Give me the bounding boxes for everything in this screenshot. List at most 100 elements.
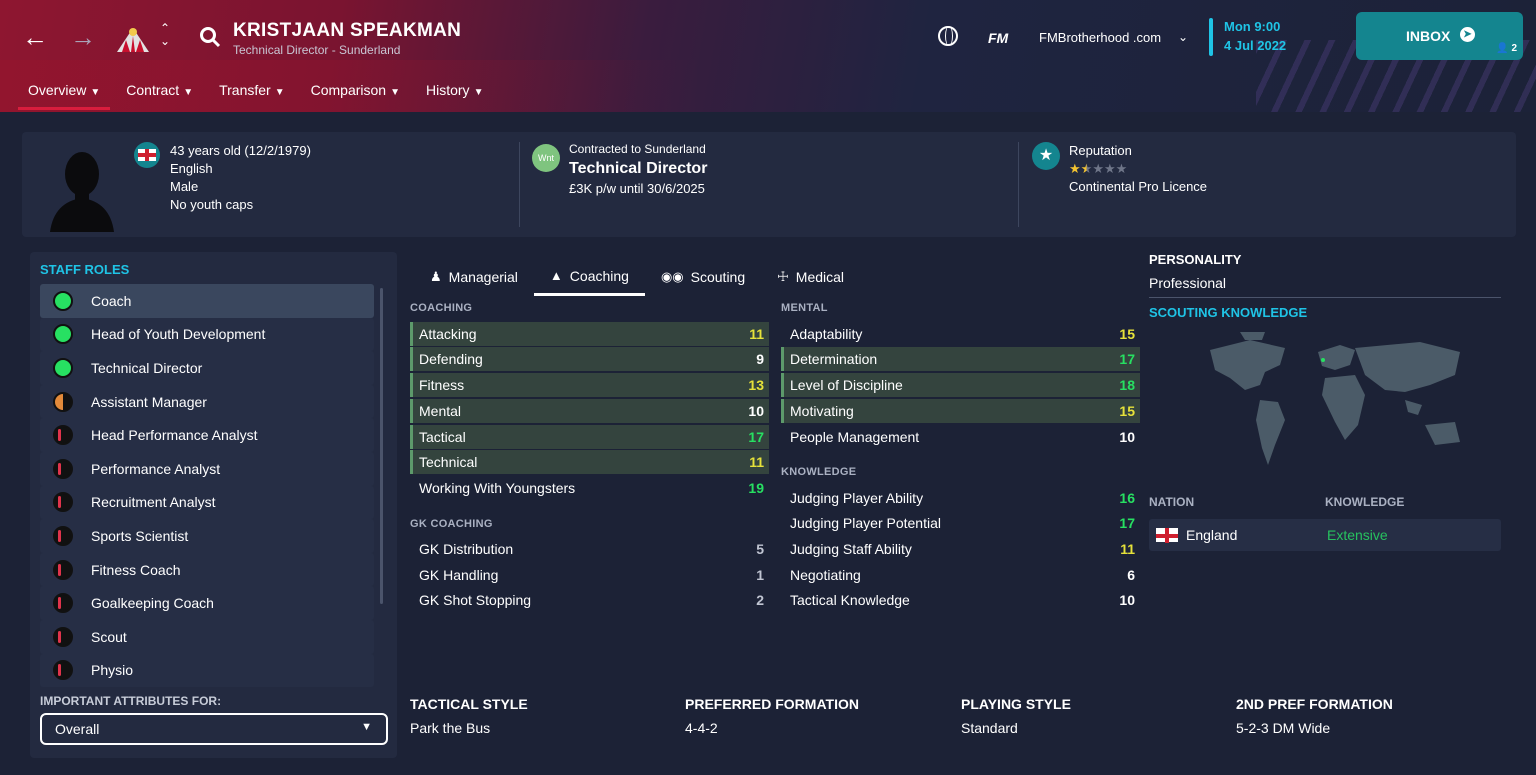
attribute-row[interactable]: Determination 17 <box>781 347 1140 371</box>
role-coach[interactable]: Coach <box>40 284 374 318</box>
back-arrow-icon[interactable]: ← <box>22 24 48 50</box>
attribute-row[interactable]: Tactical Knowledge 10 <box>781 588 1140 612</box>
important-attributes-select[interactable]: Overall ▼ <box>40 713 388 745</box>
personal-details: 43 years old (12/2/1979) English Male No… <box>170 142 311 214</box>
current-date: 4 Jul 2022 <box>1224 38 1287 53</box>
divider <box>1018 142 1019 227</box>
date-marker <box>1209 18 1213 56</box>
attribute-row[interactable]: Motivating 15 <box>781 399 1140 423</box>
binoculars-icon: ◉◉ <box>660 269 684 284</box>
chevron-down-icon[interactable]: ⌄ <box>1178 30 1188 44</box>
attribute-row[interactable]: Level of Discipline 18 <box>781 373 1140 397</box>
role-scout[interactable]: Scout <box>40 619 374 654</box>
person-icon: ♟ <box>430 269 442 284</box>
suitability-low-icon <box>53 660 73 681</box>
club-crest-icon[interactable] <box>114 24 152 54</box>
reputation-details: Reputation ★★★★★ Continental Pro Licence <box>1069 142 1207 196</box>
nation-row[interactable]: England Extensive <box>1149 519 1501 551</box>
cone-icon: ▲ <box>549 268 563 283</box>
roles-list: Coach Head of Youth Development Technica… <box>40 284 374 688</box>
club-switch-icon[interactable]: ⌃ ⌄ <box>160 22 170 48</box>
forward-arrow-icon[interactable]: → <box>70 24 96 50</box>
chevron-down-icon: ▼ <box>390 87 400 98</box>
profile-panel: 43 years old (12/2/1979) English Male No… <box>22 132 1516 237</box>
attribute-row[interactable]: People Management 10 <box>781 425 1140 449</box>
attribute-row[interactable]: Judging Player Ability 16 <box>781 486 1140 510</box>
preferred-formation-label: PREFERRED FORMATION <box>685 696 859 712</box>
scouting-knowledge-title: SCOUTING KNOWLEDGE <box>1149 305 1308 320</box>
suitability-full-icon <box>53 290 73 311</box>
attribute-row[interactable]: Adaptability 15 <box>781 322 1140 346</box>
role-head-performance-analyst[interactable]: Head Performance Analyst <box>40 418 374 452</box>
role-recruitment-analyst[interactable]: Recruitment Analyst <box>40 485 374 520</box>
inbox-button[interactable]: INBOX ➤ 👤 2 <box>1356 12 1523 60</box>
roles-scrollbar[interactable] <box>380 288 383 604</box>
globe-icon[interactable] <box>938 26 958 46</box>
attribute-row[interactable]: Working With Youngsters 19 <box>410 476 769 500</box>
second-formation-value: 5-2-3 DM Wide <box>1236 720 1331 736</box>
role-technical-director[interactable]: Technical Director <box>40 351 374 385</box>
staff-role[interactable]: Technical Director <box>569 158 707 180</box>
attribute-tabs: ♟ Managerial ▲ Coaching ◉◉ Scouting ☩ Medica… <box>414 258 860 296</box>
attribute-row[interactable]: GK Distribution 5 <box>410 537 769 561</box>
club-badge: Wnt <box>532 144 560 172</box>
tab-scouting[interactable]: ◉◉ Scouting <box>645 258 761 296</box>
role-assistant-manager[interactable]: Assistant Manager <box>40 384 374 419</box>
role-head-of-youth-development[interactable]: Head of Youth Development <box>40 317 374 352</box>
role-physio[interactable]: Physio <box>40 653 374 688</box>
suitability-low-icon <box>53 626 73 647</box>
tab-medical[interactable]: ☩ Medical <box>761 258 860 296</box>
role-fitness-coach[interactable]: Fitness Coach <box>40 552 374 587</box>
coaching-title: COACHING <box>410 302 473 314</box>
reputation-stars: ★★★★★ <box>1069 161 1128 176</box>
second-formation-label: 2ND PREF FORMATION <box>1236 696 1393 712</box>
contract-label: Contracted to Sunderland <box>569 142 706 156</box>
fm-logo[interactable]: FM <box>988 30 1008 46</box>
tab-overview[interactable]: Overview ▼ <box>18 74 111 110</box>
suitability-low-icon <box>53 593 73 614</box>
attribute-row[interactable]: Negotiating 6 <box>781 563 1140 587</box>
reputation-label: Reputation <box>1069 143 1132 158</box>
tab-coaching[interactable]: ▲ Coaching <box>533 258 645 296</box>
age: 43 years old (12/2/1979) <box>170 143 311 158</box>
licence: Continental Pro Licence <box>1069 179 1208 194</box>
tab-managerial[interactable]: ♟ Managerial <box>414 258 534 296</box>
current-day: Mon 9:00 <box>1224 19 1281 34</box>
tab-history[interactable]: History ▼ <box>416 74 493 110</box>
suitability-low-icon <box>53 492 73 513</box>
top-bar: ← → ⌃ ⌄ KRISTJAAN SPEAKMAN Technical Dire… <box>0 0 1536 112</box>
role-goalkeeping-coach[interactable]: Goalkeeping Coach <box>40 586 374 620</box>
attribute-row[interactable]: Mental 10 <box>410 399 769 423</box>
playing-style-value: Standard <box>961 720 1018 736</box>
attribute-row[interactable]: Attacking 11 <box>410 322 769 346</box>
role-performance-analyst[interactable]: Performance Analyst <box>40 451 374 486</box>
attribute-row[interactable]: GK Shot Stopping 2 <box>410 588 769 612</box>
search-icon[interactable] <box>199 26 221 48</box>
attribute-row[interactable]: Tactical 17 <box>410 425 769 449</box>
attribute-row[interactable]: Technical 11 <box>410 450 769 474</box>
tab-comparison[interactable]: Comparison ▼ <box>301 74 410 110</box>
mental-title: MENTAL <box>781 302 828 314</box>
nation-column-header: NATION <box>1149 495 1195 509</box>
suitability-half-icon <box>53 391 73 412</box>
contract-details: Contracted to Sunderland Technical Direc… <box>569 140 707 198</box>
chevron-down-icon: ▼ <box>361 721 372 733</box>
suitability-low-icon <box>53 425 73 446</box>
world-map[interactable] <box>1190 330 1480 480</box>
attribute-row[interactable]: Fitness 13 <box>410 373 769 397</box>
attribute-row[interactable]: Judging Staff Ability 11 <box>781 537 1140 561</box>
attribute-row[interactable]: GK Handling 1 <box>410 563 769 587</box>
staff-subtitle: Technical Director - Sunderland <box>233 43 401 57</box>
nationality-flag-icon <box>134 142 160 168</box>
tactical-style-label: TACTICAL STYLE <box>410 696 528 712</box>
suitability-low-icon <box>53 559 73 580</box>
attribute-row[interactable]: Defending 9 <box>410 347 769 371</box>
site-name[interactable]: FMBrotherhood .com <box>1039 30 1161 45</box>
staff-roles-title: STAFF ROLES <box>40 262 130 277</box>
role-sports-scientist[interactable]: Sports Scientist <box>40 519 374 553</box>
tab-contract[interactable]: Contract ▼ <box>116 74 203 110</box>
attribute-row[interactable]: Judging Player Potential 17 <box>781 511 1140 535</box>
medical-kit-icon: ☩ <box>777 269 789 284</box>
tab-transfer[interactable]: Transfer ▼ <box>209 74 295 110</box>
youth-caps: No youth caps <box>170 197 254 212</box>
